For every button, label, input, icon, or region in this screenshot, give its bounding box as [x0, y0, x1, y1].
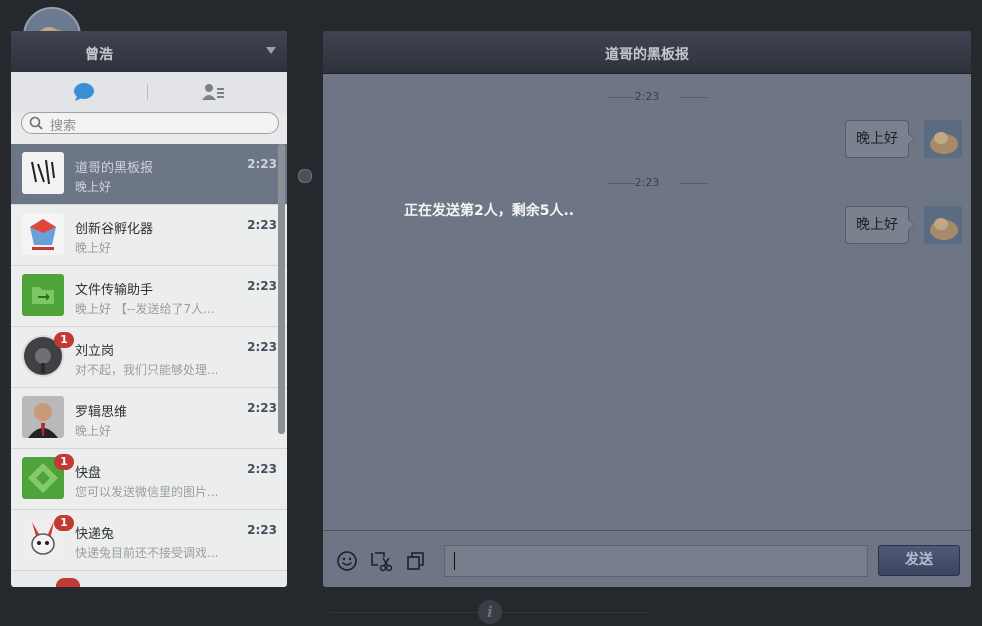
copy-icon[interactable] — [405, 550, 427, 572]
unread-badge: 1 — [54, 454, 74, 470]
sender-avatar[interactable] — [924, 206, 962, 244]
emoji-icon[interactable] — [336, 550, 358, 572]
session-name: 快盘 — [75, 466, 102, 481]
session-preview: 您可以发送微信里的图片... — [75, 485, 219, 499]
session-item[interactable]: 道哥的黑板报 晚上好 2:23 — [11, 144, 287, 205]
session-avatar — [22, 396, 64, 438]
message-time: 2:23 — [634, 90, 660, 103]
user-name: 曾浩 — [85, 47, 113, 63]
session-preview: 晚上好 【--发送给了7人... — [75, 302, 215, 316]
sending-status: 正在发送第2人，剩余5人.. — [404, 203, 575, 219]
session-time: 2:23 — [247, 523, 277, 537]
session-avatar — [22, 152, 64, 194]
session-name: 刘立岗 — [75, 344, 115, 359]
session-item[interactable]: 文件传输助手 晚上好 【--发送给了7人... 2:23 — [11, 266, 287, 327]
sender-avatar[interactable] — [924, 120, 962, 158]
session-time: 2:23 — [247, 279, 277, 293]
info-icon[interactable]: i — [478, 600, 502, 624]
session-name: 快递兔 — [75, 527, 115, 542]
session-name: 道哥的黑板报 — [75, 161, 154, 176]
session-list: 道哥的黑板报 晚上好 2:23 创新谷孵化器 晚上好 2:23 文件传输助手 晚… — [11, 144, 287, 587]
session-preview: 晚上好 — [75, 424, 112, 438]
session-preview: 晚上好 — [75, 241, 112, 255]
chevron-down-icon[interactable] — [266, 47, 276, 54]
session-preview: 对不起，我们只能够处理... — [75, 363, 219, 377]
session-name: 文件传输助手 — [75, 283, 154, 298]
unread-badge: 1 — [54, 332, 74, 348]
message-text: 晚上好 — [856, 217, 898, 233]
message-bubble[interactable]: 晚上好 — [845, 206, 915, 244]
session-avatar — [22, 274, 64, 316]
session-preview: 晚上好 — [75, 180, 112, 194]
message-bubble[interactable]: 晚上好 — [845, 120, 915, 158]
send-button[interactable]: 发送 — [878, 545, 960, 576]
session-preview: 快递兔目前还不接受调戏... — [75, 546, 219, 560]
chat-panel: 道哥的黑板报 2:23 晚上好 2:23 晚上好 正在发送第2人，剩余5人.. … — [323, 31, 971, 587]
session-item[interactable]: 罗辑思维 晚上好 2:23 — [11, 388, 287, 449]
unread-badge — [56, 578, 80, 587]
sidebar-tabs — [11, 72, 287, 113]
sidebar-panel: 曾浩 搜索 道哥的黑板报 晚上好 2:23 创新谷孵化器 晚上好 2:23 文件… — [11, 31, 287, 587]
time-separator: 2:23 — [323, 175, 971, 191]
chat-bubble-icon[interactable] — [72, 82, 96, 102]
session-time: 2:23 — [247, 157, 277, 171]
session-name: 罗辑思维 — [75, 405, 128, 420]
splitter-handle[interactable] — [298, 169, 312, 183]
composer-bar: 发送 — [323, 530, 971, 587]
session-item[interactable]: 1 刘立岗 对不起，我们只能够处理... 2:23 — [11, 327, 287, 388]
time-separator: 2:23 — [323, 89, 971, 105]
message-text: 晚上好 — [856, 131, 898, 147]
contacts-icon[interactable] — [201, 82, 225, 102]
message-time: 2:23 — [634, 176, 660, 189]
chat-title: 道哥的黑板报 — [605, 47, 689, 63]
screenshot-icon[interactable] — [370, 550, 392, 572]
session-item[interactable]: 创新谷孵化器 晚上好 2:23 — [11, 205, 287, 266]
sidebar-header: 曾浩 — [11, 31, 287, 72]
search-icon — [29, 116, 43, 130]
session-item[interactable]: 1 快递兔 快递兔目前还不接受调戏... 2:23 — [11, 510, 287, 571]
unread-badge: 1 — [54, 515, 74, 531]
session-time: 2:23 — [247, 462, 277, 476]
message-input[interactable] — [444, 545, 868, 577]
session-scrollbar[interactable] — [278, 144, 285, 434]
session-time: 2:23 — [247, 401, 277, 415]
tab-divider — [147, 84, 148, 100]
chat-header: 道哥的黑板报 — [323, 31, 971, 74]
session-time: 2:23 — [247, 218, 277, 232]
search-placeholder: 搜索 — [50, 119, 77, 134]
session-avatar — [22, 213, 64, 255]
text-caret — [454, 552, 455, 570]
search-input[interactable]: 搜索 — [21, 112, 279, 134]
session-name: 创新谷孵化器 — [75, 222, 154, 237]
session-item[interactable]: 1 快盘 您可以发送微信里的图片... 2:23 — [11, 449, 287, 510]
session-time: 2:23 — [247, 340, 277, 354]
